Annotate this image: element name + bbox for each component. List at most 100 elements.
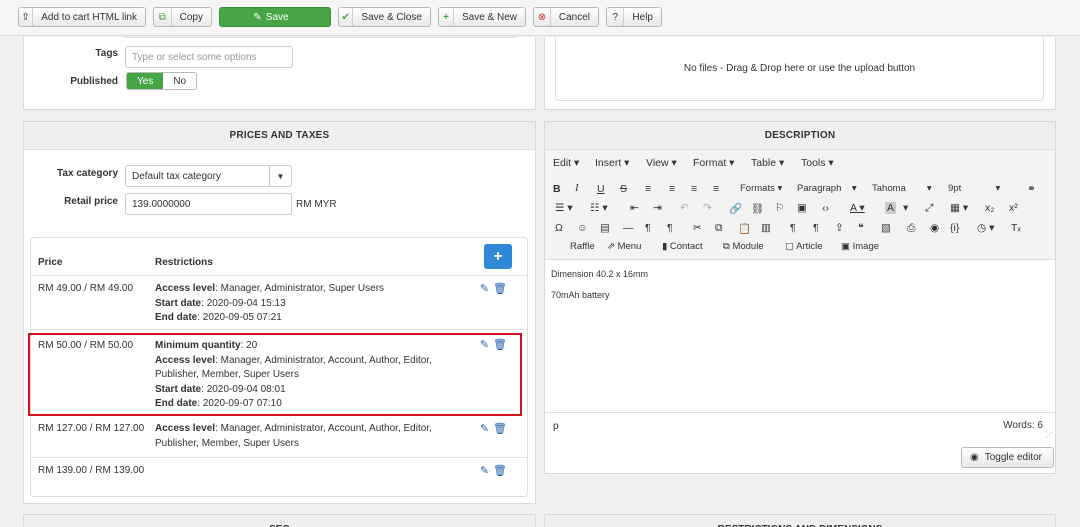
edit-icon[interactable]: ✎ xyxy=(480,282,489,295)
menu-view[interactable]: View ▾ xyxy=(646,157,677,169)
bold-icon[interactable]: B xyxy=(553,183,561,195)
outdent-icon[interactable]: ⇤ xyxy=(630,202,639,214)
insert-datetime-icon[interactable]: ◷ ▾ xyxy=(977,222,994,234)
tax-category-select[interactable]: Default tax category ▼ xyxy=(125,165,292,187)
image-button[interactable]: ▣ Image xyxy=(841,241,879,252)
article-button[interactable]: ▢ Article xyxy=(785,241,823,252)
menu-table[interactable]: Table ▾ xyxy=(751,157,784,169)
emoticons-icon[interactable]: ☺ xyxy=(577,222,588,234)
save-button[interactable]: ✎ Save xyxy=(219,7,331,27)
editor-statusbar: p Words: 6 ⋰ xyxy=(545,412,1055,440)
fullscreen-icon[interactable]: ⤢ xyxy=(925,202,933,215)
insert-file-icon[interactable]: ⇪ xyxy=(835,222,844,234)
visual-chars-icon[interactable]: ¶ xyxy=(813,222,819,234)
template-icon[interactable]: ▧ xyxy=(881,222,891,234)
resize-handle-icon[interactable]: ⋰ xyxy=(1046,431,1053,439)
edit-icon[interactable]: ✎ xyxy=(480,464,489,477)
code-sample-icon[interactable]: {i} xyxy=(950,222,959,234)
special-character-icon[interactable]: Ω xyxy=(555,222,563,234)
column-header-restrictions: Restrictions xyxy=(155,257,213,268)
underline-icon[interactable]: U xyxy=(597,183,605,195)
text-color-icon[interactable]: A ▾ xyxy=(850,202,865,214)
toolbar: ⇪ Add to cart HTML link ⧉ Copy ✎ Save ✔ … xyxy=(0,0,1080,36)
save-close-button[interactable]: ✔ Save & Close xyxy=(338,7,431,27)
link-icon[interactable]: 🔗 xyxy=(729,202,742,215)
article-icon: ▢ xyxy=(785,241,794,252)
published-no-button[interactable]: No xyxy=(163,73,197,89)
trash-icon[interactable]: 🗑 xyxy=(493,282,507,295)
italic-icon[interactable]: I xyxy=(575,183,579,194)
cut-icon[interactable]: ✂ xyxy=(693,222,702,234)
file-dropzone[interactable]: No files - Drag & Drop here or use the u… xyxy=(555,37,1044,101)
undo-icon[interactable]: ↶ xyxy=(680,202,689,214)
unlink-icon[interactable]: ⛓ xyxy=(751,202,764,215)
menu-edit[interactable]: Edit ▾ xyxy=(553,157,579,169)
copy-button[interactable]: ⧉ Copy xyxy=(153,7,212,27)
media-icon[interactable]: ▤ xyxy=(600,222,610,234)
formats-dropdown[interactable]: Formats ▾ xyxy=(740,183,782,194)
help-button[interactable]: ? Help xyxy=(606,7,662,27)
upload-icon: ⇪ xyxy=(19,8,34,26)
align-right-icon[interactable]: ≡ xyxy=(691,183,697,195)
trash-icon[interactable]: 🗑 xyxy=(493,422,507,435)
indent-icon[interactable]: ⇥ xyxy=(653,202,662,214)
copy-icon[interactable]: ⧉ xyxy=(715,222,723,235)
element-path[interactable]: p xyxy=(553,421,559,432)
ltr-icon[interactable]: ¶ xyxy=(645,222,651,234)
check-icon: ✔ xyxy=(339,8,354,26)
menu-insert[interactable]: Insert ▾ xyxy=(595,157,629,169)
strikethrough-icon[interactable]: S xyxy=(620,183,627,195)
contact-button[interactable]: ▮ Contact xyxy=(662,241,703,252)
code-icon[interactable]: ‹› xyxy=(822,202,829,214)
numbered-list-icon[interactable]: ☷ ▾ xyxy=(590,202,608,214)
superscript-icon[interactable]: x² xyxy=(1009,202,1018,214)
published-yes-button[interactable]: Yes xyxy=(127,73,164,89)
editor-content[interactable]: Dimension 40.2 x 16mm 70mAh battery xyxy=(545,261,1055,411)
menu-tools[interactable]: Tools ▾ xyxy=(801,157,834,169)
raffle-button[interactable]: Raffle xyxy=(570,241,595,252)
align-left-icon[interactable]: ≡ xyxy=(645,183,651,195)
retail-price-input[interactable]: 139.0000000 xyxy=(125,193,292,215)
font-size-dropdown[interactable]: 9pt ▾ xyxy=(948,183,1000,194)
anchor-icon[interactable]: ⚐ xyxy=(775,202,784,214)
currency-label: RM MYR xyxy=(296,199,337,210)
add-price-button[interactable]: + xyxy=(484,244,512,269)
background-color-dropdown-icon[interactable]: ▾ xyxy=(903,202,908,214)
cancel-button[interactable]: ⊗ Cancel xyxy=(533,7,599,27)
show-blocks-icon[interactable]: ¶ xyxy=(790,222,796,234)
align-center-icon[interactable]: ≡ xyxy=(669,183,675,195)
published-label: Published xyxy=(70,76,118,87)
edit-icon[interactable]: ✎ xyxy=(480,422,489,435)
toggle-editor-button[interactable]: ◉ Toggle editor xyxy=(961,447,1054,468)
tags-input[interactable]: Type or select some options xyxy=(125,46,293,68)
find-replace-icon[interactable]: ⚭ xyxy=(1027,183,1036,195)
highlighted-row-outline xyxy=(28,333,522,416)
horizontal-rule-icon[interactable]: — xyxy=(623,222,634,234)
menu-format[interactable]: Format ▾ xyxy=(693,157,734,169)
rtl-icon[interactable]: ¶ xyxy=(667,222,673,234)
font-family-dropdown[interactable]: Tahoma ▾ xyxy=(872,183,932,194)
align-justify-icon[interactable]: ≡ xyxy=(713,183,719,195)
row-actions: ✎ 🗑 xyxy=(480,422,507,435)
table-row: RM 49.00 / RM 49.00 Access level: Manage… xyxy=(31,275,527,329)
image-icon[interactable]: ▣ xyxy=(797,202,807,214)
preview-icon[interactable]: ◉ xyxy=(930,222,939,234)
trash-icon[interactable]: 🗑 xyxy=(493,464,507,477)
clear-formatting-icon[interactable]: Tₓ xyxy=(1011,222,1021,234)
bullet-list-icon[interactable]: ☰ ▾ xyxy=(555,202,573,214)
print-icon[interactable]: ⎙ xyxy=(907,222,915,235)
retail-price-label: Retail price xyxy=(64,196,118,207)
subscript-icon[interactable]: x₂ xyxy=(985,202,994,214)
paragraph-dropdown[interactable]: Paragraph ▾ xyxy=(797,183,857,194)
menu-button[interactable]: ⇗ Menu xyxy=(607,241,641,252)
background-color-icon[interactable]: A xyxy=(885,202,897,214)
blockquote-icon[interactable]: ❝ xyxy=(858,222,864,234)
add-to-cart-html-link-button[interactable]: ⇪ Add to cart HTML link xyxy=(18,7,146,27)
paste-text-icon[interactable]: ▥ xyxy=(761,222,771,234)
eye-icon: ◉ xyxy=(970,452,979,463)
module-button[interactable]: ⧉ Module xyxy=(723,241,764,252)
save-new-button[interactable]: + Save & New xyxy=(438,7,526,27)
redo-icon[interactable]: ↷ xyxy=(703,202,712,214)
table-icon[interactable]: ▦ ▾ xyxy=(950,202,968,214)
paste-icon[interactable]: 📋 xyxy=(738,222,751,235)
